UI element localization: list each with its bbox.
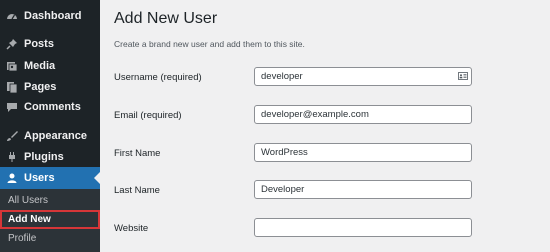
menu-item-posts[interactable]: Posts <box>0 33 100 55</box>
menu-item-comments[interactable]: Comments <box>0 96 100 118</box>
username-label: Username (required) <box>114 72 202 83</box>
plug-icon <box>6 151 18 163</box>
pin-icon <box>6 38 18 50</box>
comment-icon <box>6 101 18 113</box>
first-name-label: First Name <box>114 148 161 159</box>
menu-item-pages[interactable]: Pages <box>0 76 100 98</box>
page-title: Add New User <box>114 10 218 27</box>
menu-item-media[interactable]: Media <box>0 55 100 77</box>
media-icon <box>6 60 18 72</box>
menu-item-appearance[interactable]: Appearance <box>0 125 100 147</box>
page-description: Create a brand new user and add them to … <box>114 39 305 49</box>
dashboard-icon <box>6 10 18 22</box>
website-label: Website <box>114 223 149 234</box>
brush-icon <box>6 130 18 142</box>
menu-item-users[interactable]: Users <box>0 167 100 189</box>
menu-label-pages: Pages <box>24 81 57 93</box>
first-name-input[interactable] <box>254 143 472 162</box>
submenu-item-all-users[interactable]: All Users <box>0 191 100 210</box>
main-content: Add New User Create a brand new user and… <box>100 0 550 252</box>
contact-card-icon[interactable] <box>458 72 468 80</box>
menu-label-appearance: Appearance <box>24 130 87 142</box>
menu-item-plugins[interactable]: Plugins <box>0 146 100 168</box>
submenu-item-profile[interactable]: Profile <box>0 229 100 248</box>
email-label: Email (required) <box>114 110 182 121</box>
last-name-input[interactable] <box>254 180 472 199</box>
menu-label-users: Users <box>24 172 55 184</box>
user-icon <box>6 172 18 184</box>
website-input[interactable] <box>254 218 472 237</box>
menu-label-plugins: Plugins <box>24 151 64 163</box>
last-name-label: Last Name <box>114 185 160 196</box>
menu-label-posts: Posts <box>24 38 54 50</box>
pages-icon <box>6 81 18 93</box>
admin-sidebar: Dashboard Posts Media Pages Comments App… <box>0 0 100 252</box>
menu-label-comments: Comments <box>24 101 81 113</box>
submenu-item-add-new[interactable]: Add New <box>0 210 100 229</box>
users-submenu: All Users Add New Profile <box>0 189 100 252</box>
menu-label-media: Media <box>24 60 56 72</box>
username-input[interactable] <box>254 67 472 86</box>
email-input[interactable] <box>254 105 472 124</box>
menu-label-dashboard: Dashboard <box>24 10 82 22</box>
menu-item-dashboard[interactable]: Dashboard <box>0 5 100 27</box>
